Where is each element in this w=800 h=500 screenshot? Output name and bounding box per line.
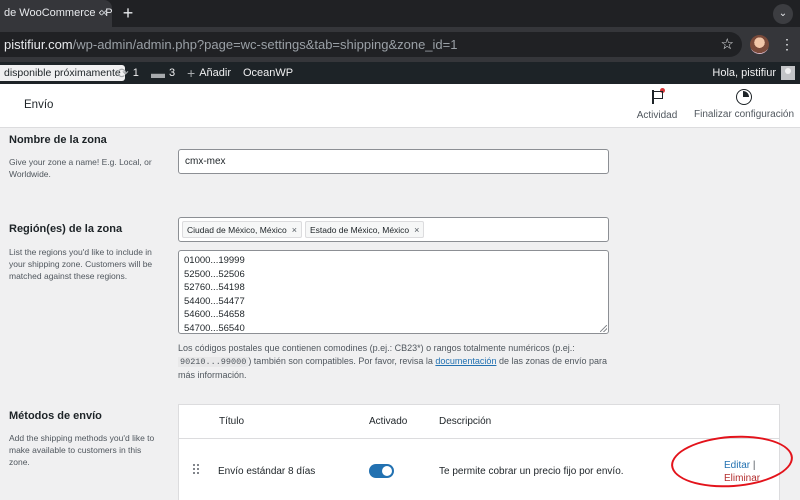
region-chip: Estado de México, México ×	[304, 221, 425, 238]
action-separator: |	[752, 460, 756, 471]
method-enabled-toggle[interactable]	[369, 464, 394, 478]
updates-count: 1	[132, 67, 139, 79]
region-chip-label: Estado de México, México	[309, 225, 410, 235]
zone-name-help: Give your zone a name! E.g. Local, or Wo…	[9, 157, 152, 179]
browser-toolbar: pistifiur.com/wp-admin/admin.php?page=wc…	[0, 27, 800, 62]
regions-select[interactable]: Ciudad de México, México × Estado de Méxic…	[178, 217, 609, 242]
url-host: pistifiur.com	[4, 37, 73, 52]
close-icon[interactable]: ×	[292, 225, 297, 235]
user-greeting[interactable]: Hola, pistifiur	[712, 62, 776, 84]
wc-header: Envío Actividad Finalizar configuración	[0, 84, 800, 127]
postcode-line: 54400...54477	[184, 295, 245, 307]
postcode-note: Los códigos postales que contienen comod…	[178, 342, 618, 382]
notification-dot	[660, 88, 665, 93]
browser-tab-bar: de WooCommerce ‹ P × + ⌄	[0, 0, 800, 27]
resize-handle-icon[interactable]	[600, 325, 607, 332]
postcode-line: 52500...52506	[184, 268, 245, 280]
chevron-down-icon[interactable]: ⌄	[773, 4, 793, 24]
theme-item[interactable]: OceanWP	[243, 62, 293, 84]
drag-handle-icon[interactable]	[192, 463, 200, 475]
postcodes-textarea[interactable]: 01000...19999 52500...52506 52760...5419…	[178, 250, 609, 334]
note-code: 90210...99000	[178, 357, 249, 367]
postcode-line: 54600...54658	[184, 309, 245, 320]
shipping-methods-table: Título Activado Descripción Envío estánd…	[178, 404, 780, 500]
finish-setup-label: Finalizar configuración	[694, 109, 795, 120]
comment-icon: ▬	[151, 65, 165, 81]
activity-button[interactable]: Actividad	[635, 88, 679, 121]
method-title: Envío estándar 8 días	[218, 466, 316, 477]
flag-icon	[649, 88, 665, 106]
wp-admin-bar: disponible próximamente ⟳ 1 ▬ 3 + Añadir Oc…	[0, 62, 800, 84]
comments-count: 3	[169, 67, 176, 79]
page-title: Envío	[24, 99, 54, 111]
updates-item[interactable]: ⟳ 1	[117, 62, 139, 84]
column-description: Descripción	[439, 416, 492, 427]
close-icon[interactable]: ×	[414, 225, 419, 235]
row-actions: Editar | Eliminar	[724, 459, 760, 485]
progress-icon	[736, 89, 752, 105]
note-text: Los códigos postales que contienen comod…	[178, 343, 575, 353]
tab-close-icon[interactable]: ×	[96, 5, 112, 21]
table-header: Título Activado Descripción	[179, 405, 779, 439]
column-enabled: Activado	[369, 416, 408, 427]
comments-item[interactable]: ▬ 3	[151, 62, 175, 84]
delete-link[interactable]: Eliminar	[724, 472, 760, 485]
postcode-line: 01000...19999	[184, 255, 245, 266]
postcode-line: 54700...56540	[184, 322, 245, 334]
add-new-item[interactable]: + Añadir	[187, 62, 231, 84]
table-row: Envío estándar 8 días Te permite cobrar …	[179, 439, 779, 499]
region-chip-label: Ciudad de México, México	[187, 225, 287, 235]
zone-name-input[interactable]: cmx-mex	[178, 149, 609, 174]
refresh-icon: ⟳	[117, 65, 129, 81]
add-new-label: Añadir	[199, 67, 231, 79]
user-avatar[interactable]	[781, 66, 795, 80]
plus-icon: +	[187, 65, 196, 81]
region-chip: Ciudad de México, México ×	[182, 221, 302, 238]
zone-regions-label: Región(es) de la zona	[9, 223, 123, 235]
url-path: /wp-admin/admin.php?page=wc-settings&tab…	[72, 37, 458, 52]
activity-label: Actividad	[636, 110, 678, 121]
method-description: Te permite cobrar un precio fijo por env…	[439, 466, 624, 477]
zone-name-label: Nombre de la zona	[9, 134, 107, 146]
postcode-line: 52760...54198	[184, 282, 245, 293]
more-menu-icon[interactable]: ⋮	[780, 35, 794, 54]
note-text: ) también son compatibles. Por favor, re…	[248, 356, 436, 366]
admin-notice-badge[interactable]: disponible próximamente	[0, 65, 125, 81]
url-text: pistifiur.com/wp-admin/admin.php?page=wc…	[4, 32, 457, 57]
methods-help: Add the shipping methods you'd like to m…	[9, 433, 155, 467]
new-tab-icon[interactable]: +	[119, 3, 137, 23]
column-title: Título	[219, 416, 245, 427]
address-bar[interactable]: pistifiur.com/wp-admin/admin.php?page=wc…	[0, 32, 742, 57]
methods-label: Métodos de envío	[9, 410, 102, 422]
profile-avatar[interactable]	[750, 35, 769, 54]
star-icon[interactable]: ☆	[721, 35, 734, 54]
edit-link[interactable]: Editar	[724, 460, 750, 471]
zone-regions-help: List the regions you'd like to include i…	[9, 247, 153, 281]
finish-setup-button[interactable]: Finalizar configuración	[694, 88, 794, 120]
documentation-link[interactable]: documentación	[435, 356, 496, 366]
